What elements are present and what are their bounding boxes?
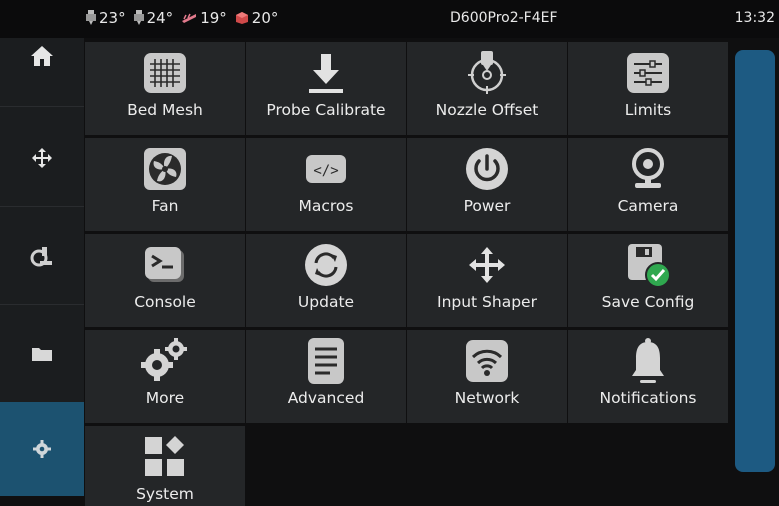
console-button[interactable]: Console	[85, 234, 245, 327]
network-button[interactable]: Network	[407, 330, 567, 423]
macros-icon: </>	[306, 155, 346, 183]
tile-label: Input Shaper	[437, 293, 537, 311]
limits-icon	[627, 53, 669, 93]
extruder-icon	[133, 10, 144, 25]
tile-label: More	[145, 389, 185, 407]
limits-button[interactable]: Limits	[568, 42, 728, 135]
tile-label: Probe Calibrate	[266, 101, 386, 119]
bell-icon	[632, 338, 664, 383]
tile-label: Network	[454, 389, 520, 407]
system-icon	[145, 436, 184, 476]
extruder-temp[interactable]: 23°	[86, 9, 126, 27]
tile-label: Power	[463, 197, 511, 215]
sidebar-divider	[0, 206, 84, 207]
clock: 13:32	[734, 10, 775, 26]
sidebar-divider	[0, 106, 84, 107]
power-icon	[466, 148, 508, 190]
temp-value: 20°	[251, 9, 279, 27]
console-icon	[145, 247, 184, 282]
update-button[interactable]: Update	[246, 234, 406, 327]
probe-calibrate-button[interactable]: Probe Calibrate	[246, 42, 406, 135]
tile-label: Update	[297, 293, 355, 311]
tile-label: Advanced	[287, 389, 365, 407]
sidebar-item-files[interactable]	[0, 306, 84, 402]
notifications-button[interactable]: Notifications	[568, 330, 728, 423]
save-config-icon	[628, 244, 671, 288]
home-icon	[31, 46, 53, 66]
extruder-temp[interactable]: 24°	[133, 9, 174, 27]
tile-label: Macros	[298, 197, 354, 215]
chamber-temp[interactable]: 20°	[235, 9, 279, 27]
tile-label: Save Config	[601, 293, 695, 311]
camera-button[interactable]: Camera	[568, 138, 728, 231]
camera-icon	[632, 148, 664, 188]
temp-value: 19°	[200, 9, 227, 27]
extruder-icon	[86, 10, 96, 25]
heater-bed-icon	[182, 13, 197, 23]
probe-calibrate-icon	[309, 54, 343, 93]
tile-label: Console	[134, 293, 196, 311]
sidebar	[0, 0, 84, 496]
macros-button[interactable]: </> Macros	[246, 138, 406, 231]
temp-value: 24°	[146, 9, 174, 27]
input-shaper-button[interactable]: Input Shaper	[407, 234, 567, 327]
scrollbar[interactable]	[735, 50, 775, 472]
move-icon	[32, 148, 52, 168]
sidebar-item-move[interactable]	[0, 110, 84, 206]
gear-icon	[33, 440, 51, 458]
nozzle-offset-button[interactable]: Nozzle Offset	[407, 42, 567, 135]
more-button[interactable]: More	[85, 330, 245, 423]
more-icon	[141, 338, 187, 381]
sidebar-item-settings[interactable]	[0, 402, 84, 496]
status-bar: 23° 24° 19° 20° D600Pro2-F4EF 13:32	[0, 0, 779, 38]
folder-icon	[32, 348, 52, 361]
advanced-icon	[308, 338, 344, 384]
tile-label: System	[136, 485, 194, 503]
tile-label: Bed Mesh	[127, 101, 203, 119]
bed-mesh-icon	[144, 53, 186, 93]
temperature-readouts: 23° 24° 19° 20°	[86, 9, 278, 27]
tile-label: Camera	[617, 197, 679, 215]
save-config-button[interactable]: Save Config	[568, 234, 728, 327]
input-shaper-icon	[469, 247, 505, 283]
svg-text:</>: </>	[313, 163, 338, 179]
network-icon	[466, 340, 508, 382]
extrude-icon	[30, 247, 52, 267]
fan-button[interactable]: Fan	[85, 138, 245, 231]
tile-label: Limits	[624, 101, 672, 119]
heater-bed-temp[interactable]: 19°	[181, 9, 227, 27]
power-button[interactable]: Power	[407, 138, 567, 231]
tile-label: Fan	[151, 197, 179, 215]
sidebar-divider	[0, 304, 84, 305]
bed-mesh-button[interactable]: Bed Mesh	[85, 42, 245, 135]
tile-label: Notifications	[599, 389, 697, 407]
nozzle-offset-icon	[468, 51, 506, 94]
fan-icon	[144, 148, 186, 190]
sidebar-item-extrude[interactable]	[0, 208, 84, 304]
chamber-icon	[235, 12, 248, 24]
printer-hostname: D600Pro2-F4EF	[450, 10, 558, 26]
temp-value: 23°	[99, 9, 126, 27]
system-button[interactable]: System	[85, 426, 245, 506]
tile-label: Nozzle Offset	[435, 101, 539, 119]
update-icon	[305, 244, 347, 286]
advanced-button[interactable]: Advanced	[246, 330, 406, 423]
